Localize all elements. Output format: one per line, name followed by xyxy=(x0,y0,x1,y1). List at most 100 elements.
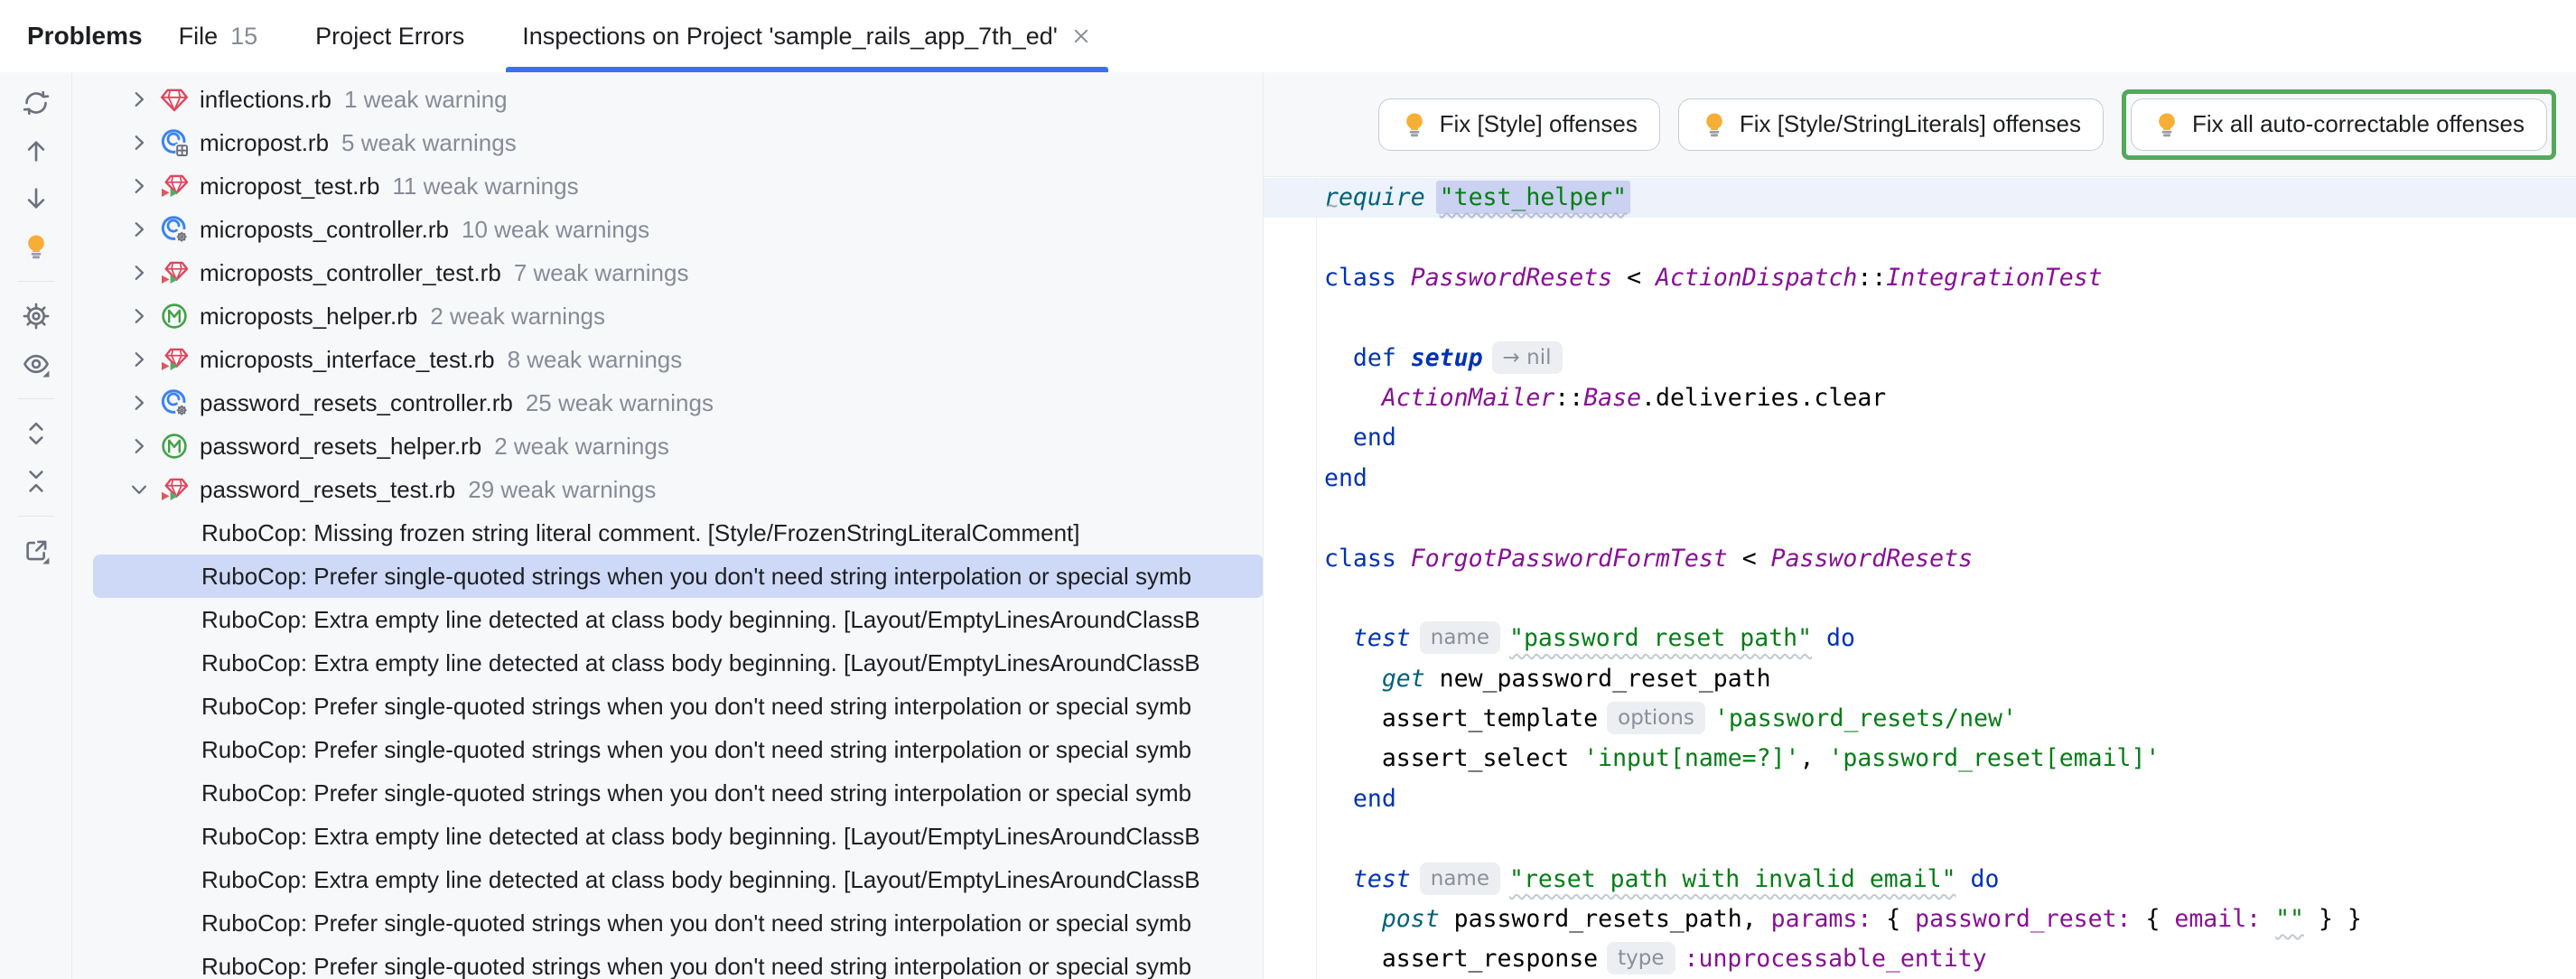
warning-row[interactable]: RuboCop: Prefer single-quoted strings wh… xyxy=(93,555,1264,598)
warning-row[interactable]: RuboCop: Missing frozen string literal c… xyxy=(73,511,1264,555)
warning-count: 7 weak warnings xyxy=(514,259,689,287)
close-icon xyxy=(1071,26,1091,46)
warning-text: RuboCop: Prefer single-quoted strings wh… xyxy=(201,693,1191,721)
tool-window-header: Problems File 15 Project Errors Inspecti… xyxy=(0,0,2576,72)
chevron-right-icon[interactable] xyxy=(126,259,153,286)
code-line: post password_resets_path, params: { pas… xyxy=(1264,900,2576,939)
eye-button[interactable] xyxy=(20,348,52,380)
warning-row[interactable]: RuboCop: Prefer single-quoted strings wh… xyxy=(73,685,1264,728)
code-token: IntegrationTest xyxy=(1886,264,2102,292)
warning-row[interactable]: RuboCop: Extra empty line detected at cl… xyxy=(73,598,1264,641)
code-line: testname"password reset path" do xyxy=(1264,619,2576,658)
chevron-right-icon[interactable] xyxy=(126,433,153,460)
file-row-inflections.rb[interactable]: inflections.rb1 weak warning xyxy=(73,78,1264,121)
chevron-right-icon[interactable] xyxy=(126,346,153,373)
chevron-right-icon[interactable] xyxy=(126,216,153,243)
code-token: → nil xyxy=(1492,341,1563,374)
arrow-down-button[interactable] xyxy=(20,182,52,215)
chevron-right-icon[interactable] xyxy=(126,129,153,156)
file-row-password_resets_test.rb[interactable]: password_resets_test.rb29 weak warnings xyxy=(73,468,1264,511)
warning-row[interactable]: RuboCop: Prefer single-quoted strings wh… xyxy=(73,901,1264,945)
file-row-micropost.rb[interactable]: micropost.rb5 weak warnings xyxy=(73,121,1264,164)
file-row-microposts_interface_test.rb[interactable]: microposts_interface_test.rb8 weak warni… xyxy=(73,338,1264,381)
code-token xyxy=(1324,624,1353,652)
code-token: :: xyxy=(1857,264,1886,292)
code-token xyxy=(1396,264,1411,292)
warning-row[interactable]: RuboCop: Extra empty line detected at cl… xyxy=(73,641,1264,685)
chevron-right-icon[interactable] xyxy=(126,303,153,330)
arrow-up-button[interactable] xyxy=(20,135,52,167)
expand-all-button[interactable] xyxy=(20,417,52,450)
fix-button[interactable]: Fix [Style/StringLiterals] offenses xyxy=(1678,98,2104,151)
collapse-all-icon xyxy=(23,468,50,495)
code-token xyxy=(1396,344,1411,372)
code-token: get xyxy=(1382,665,1425,693)
bulb-icon xyxy=(23,233,50,260)
code-token: 'input[name=?]' xyxy=(1583,744,1799,772)
gear-button[interactable] xyxy=(20,300,52,332)
code-token: .deliveries.clear xyxy=(1641,384,1886,412)
fix-button-label: Fix all auto-correctable offenses xyxy=(2192,110,2525,138)
bulb-icon xyxy=(2153,111,2180,138)
fix-button[interactable]: Fix all auto-correctable offenses xyxy=(2131,98,2547,151)
warning-row[interactable]: RuboCop: Prefer single-quoted strings wh… xyxy=(73,728,1264,771)
helper-file-icon xyxy=(160,432,189,461)
tab-inspections[interactable]: Inspections on Project 'sample_rails_app… xyxy=(500,0,1114,72)
code-token: 'password_reset[email]' xyxy=(1828,744,2160,772)
code-token: 'password_resets/new' xyxy=(1714,704,2017,732)
chevron-right-icon[interactable] xyxy=(126,389,153,416)
file-row-microposts_helper.rb[interactable]: microposts_helper.rb2 weak warnings xyxy=(73,294,1264,338)
warning-count: 25 weak warnings xyxy=(526,389,714,417)
code-line xyxy=(1264,499,2576,538)
code-token: "test_helper" xyxy=(1436,181,1630,214)
warning-row[interactable]: RuboCop: Prefer single-quoted strings wh… xyxy=(73,945,1264,979)
code-preview-editor[interactable]: require "test_helper"class PasswordReset… xyxy=(1264,177,2576,979)
tab-project-errors[interactable]: Project Errors xyxy=(294,0,486,72)
warning-count: 2 weak warnings xyxy=(494,433,669,461)
controller-file-icon xyxy=(160,388,189,417)
warning-row[interactable]: RuboCop: Extra empty line detected at cl… xyxy=(73,815,1264,858)
problems-tree[interactable]: inflections.rb1 weak warningmicropost.rb… xyxy=(73,72,1264,979)
ruby-test-file-icon xyxy=(160,475,189,504)
close-tab-button[interactable] xyxy=(1070,25,1092,47)
code-token: class xyxy=(1324,264,1396,292)
chevron-right-icon[interactable] xyxy=(126,172,153,200)
file-row-microposts_controller.rb[interactable]: microposts_controller.rb10 weak warnings xyxy=(73,208,1264,251)
warning-text: RuboCop: Prefer single-quoted strings wh… xyxy=(201,563,1191,591)
warning-text: RuboCop: Extra empty line detected at cl… xyxy=(201,823,1200,851)
warning-count: 1 weak warning xyxy=(344,86,508,114)
code-token: end xyxy=(1353,785,1396,813)
code-token: password_resets_path, xyxy=(1440,905,1771,933)
warning-count: 10 weak warnings xyxy=(462,216,649,244)
code-line xyxy=(1264,218,2576,257)
code-token xyxy=(1956,865,1971,893)
file-name: microposts_helper.rb xyxy=(200,303,417,331)
collapse-all-button[interactable] xyxy=(20,465,52,498)
fix-button[interactable]: Fix [Style] offenses xyxy=(1378,98,1660,151)
chevron-glyph xyxy=(127,218,151,241)
refresh-button[interactable] xyxy=(20,87,52,119)
file-name: password_resets_controller.rb xyxy=(200,389,513,417)
file-row-password_resets_controller.rb[interactable]: password_resets_controller.rb 25 weak war… xyxy=(73,381,1264,424)
warning-text: RuboCop: Extra empty line detected at cl… xyxy=(201,866,1200,894)
chevron-down-icon[interactable] xyxy=(126,476,153,503)
code-token xyxy=(1324,865,1353,893)
chevron-right-icon[interactable] xyxy=(126,86,153,113)
code-token: password_reset: xyxy=(1915,905,2131,933)
file-row-password_resets_helper.rb[interactable]: password_resets_helper.rb2 weak warnings xyxy=(73,424,1264,468)
fix-button-label: Fix [Style/StringLiterals] offenses xyxy=(1740,110,2081,138)
code-area[interactable]: require "test_helper"class PasswordReset… xyxy=(1264,177,2576,979)
bulb-button[interactable] xyxy=(20,230,52,263)
export-button[interactable] xyxy=(20,535,52,567)
toolbar-divider xyxy=(18,516,54,517)
warning-row[interactable]: RuboCop: Extra empty line detected at cl… xyxy=(73,858,1264,901)
file-row-microposts_controller_test.rb[interactable]: microposts_controller_test.rb7 weak warn… xyxy=(73,251,1264,294)
warning-text: RuboCop: Extra empty line detected at cl… xyxy=(201,649,1200,677)
gear-icon xyxy=(23,303,50,330)
file-row-micropost_test.rb[interactable]: micropost_test.rb11 weak warnings xyxy=(73,164,1264,208)
warning-row[interactable]: RuboCop: Prefer single-quoted strings wh… xyxy=(73,771,1264,815)
code-token xyxy=(1324,424,1353,452)
code-token: name xyxy=(1420,862,1500,895)
tab-file[interactable]: File 15 xyxy=(157,0,280,72)
warning-text: RuboCop: Prefer single-quoted strings wh… xyxy=(201,909,1191,937)
